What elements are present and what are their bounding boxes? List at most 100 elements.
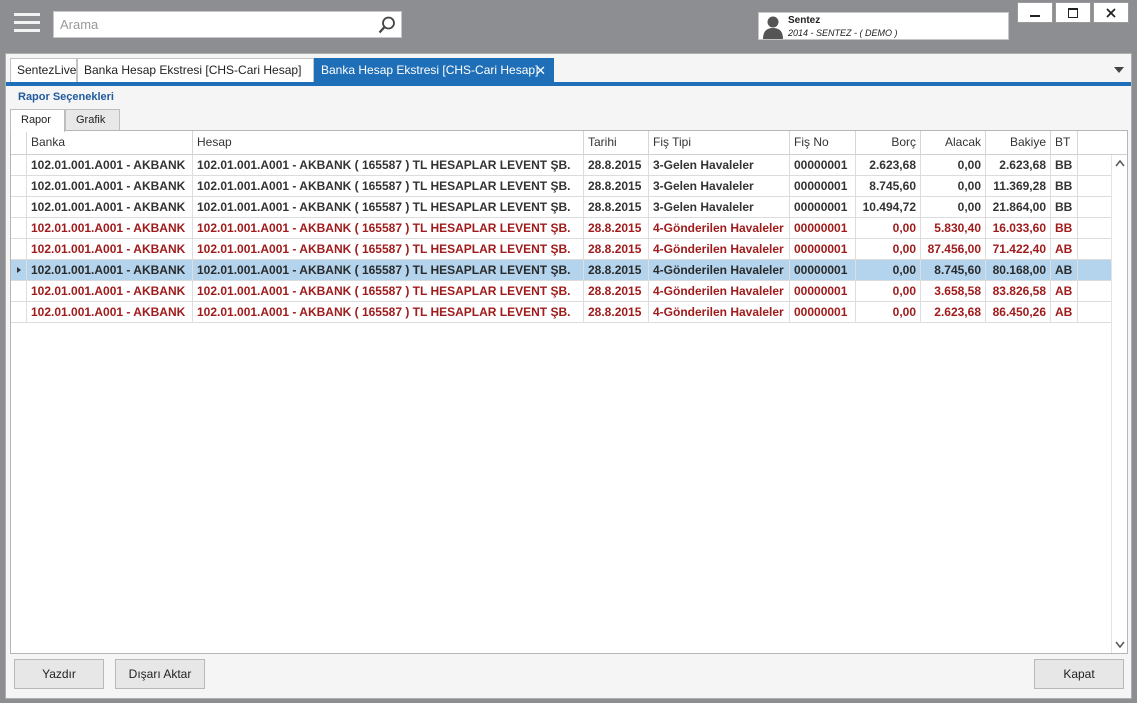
cell-bt[interactable]: AB — [1051, 281, 1078, 301]
table-row[interactable]: 102.01.001.A001 - AKBANK 102.01.001.A001 … — [11, 155, 1112, 176]
cell-fis-no[interactable]: 00000001 — [790, 302, 856, 322]
cell-banka[interactable]: 102.01.001.A001 - AKBANK — [27, 281, 193, 301]
minimize-button[interactable] — [1017, 2, 1053, 23]
cell-borc[interactable]: 2.623,68 — [856, 155, 921, 175]
cell-tarihi[interactable]: 28.8.2015 — [584, 218, 649, 238]
chevron-down-icon[interactable] — [1114, 66, 1124, 74]
cell-bt[interactable]: BB — [1051, 218, 1078, 238]
search-icon[interactable] — [377, 15, 397, 35]
header-hesap[interactable]: Hesap — [193, 131, 584, 155]
cell-fis-tipi[interactable]: 3-Gelen Havaleler — [649, 176, 790, 196]
cell-alacak[interactable]: 3.658,58 — [921, 281, 986, 301]
header-tarihi[interactable]: Tarihi — [584, 131, 649, 155]
cell-bakiye[interactable]: 16.033,60 — [986, 218, 1051, 238]
cell-fis-no[interactable]: 00000001 — [790, 197, 856, 217]
scroll-up-icon[interactable] — [1115, 159, 1125, 167]
header-fis-no[interactable]: Fiş No — [790, 131, 856, 155]
cell-fis-no[interactable]: 00000001 — [790, 176, 856, 196]
cell-banka[interactable]: 102.01.001.A001 - AKBANK — [27, 302, 193, 322]
cell-bt[interactable]: BB — [1051, 176, 1078, 196]
table-row[interactable]: 102.01.001.A001 - AKBANK 102.01.001.A001 … — [11, 260, 1112, 281]
cell-bakiye[interactable]: 11.369,28 — [986, 176, 1051, 196]
cell-hesap[interactable]: 102.01.001.A001 - AKBANK ( 165587 ) TL H… — [193, 239, 584, 259]
cell-tarihi[interactable]: 28.8.2015 — [584, 155, 649, 175]
cell-alacak[interactable]: 0,00 — [921, 197, 986, 217]
cell-tarihi[interactable]: 28.8.2015 — [584, 197, 649, 217]
export-button[interactable]: Dışarı Aktar — [115, 659, 205, 689]
cell-tarihi[interactable]: 28.8.2015 — [584, 260, 649, 280]
scroll-down-icon[interactable] — [1115, 641, 1125, 649]
cell-bt[interactable]: BB — [1051, 197, 1078, 217]
cell-fis-tipi[interactable]: 4-Gönderilen Havaleler — [649, 239, 790, 259]
cell-hesap[interactable]: 102.01.001.A001 - AKBANK ( 165587 ) TL H… — [193, 302, 584, 322]
table-row[interactable]: 102.01.001.A001 - AKBANK 102.01.001.A001 … — [11, 176, 1112, 197]
header-banka[interactable]: Banka — [27, 131, 193, 155]
cell-hesap[interactable]: 102.01.001.A001 - AKBANK ( 165587 ) TL H… — [193, 218, 584, 238]
cell-fis-tipi[interactable]: 4-Gönderilen Havaleler — [649, 218, 790, 238]
header-alacak[interactable]: Alacak — [921, 131, 986, 155]
maximize-button[interactable] — [1055, 2, 1091, 23]
user-box[interactable]: Sentez 2014 - SENTEZ - ( DEMO ) — [758, 12, 1009, 40]
cell-banka[interactable]: 102.01.001.A001 - AKBANK — [27, 260, 193, 280]
tab-banka-hesap-ekstresi-2[interactable]: Banka Hesap Ekstresi [CHS-Cari Hesap] ✕ — [314, 58, 554, 82]
cell-tarihi[interactable]: 28.8.2015 — [584, 239, 649, 259]
cell-alacak[interactable]: 8.745,60 — [921, 260, 986, 280]
cell-tarihi[interactable]: 28.8.2015 — [584, 176, 649, 196]
cell-bakiye[interactable]: 83.826,58 — [986, 281, 1051, 301]
cell-bakiye[interactable]: 80.168,00 — [986, 260, 1051, 280]
close-button[interactable]: Kapat — [1034, 659, 1124, 689]
cell-fis-tipi[interactable]: 3-Gelen Havaleler — [649, 155, 790, 175]
cell-borc[interactable]: 0,00 — [856, 239, 921, 259]
cell-borc[interactable]: 8.745,60 — [856, 176, 921, 196]
table-row[interactable]: 102.01.001.A001 - AKBANK 102.01.001.A001 … — [11, 239, 1112, 260]
cell-fis-tipi[interactable]: 3-Gelen Havaleler — [649, 197, 790, 217]
search-input[interactable] — [54, 12, 374, 37]
header-borc[interactable]: Borç — [856, 131, 921, 155]
cell-hesap[interactable]: 102.01.001.A001 - AKBANK ( 165587 ) TL H… — [193, 260, 584, 280]
table-row[interactable]: 102.01.001.A001 - AKBANK 102.01.001.A001 … — [11, 197, 1112, 218]
cell-bt[interactable]: AB — [1051, 239, 1078, 259]
table-row[interactable]: 102.01.001.A001 - AKBANK 102.01.001.A001 … — [11, 218, 1112, 239]
cell-borc[interactable]: 10.494,72 — [856, 197, 921, 217]
cell-bakiye[interactable]: 86.450,26 — [986, 302, 1051, 322]
cell-hesap[interactable]: 102.01.001.A001 - AKBANK ( 165587 ) TL H… — [193, 155, 584, 175]
table-row[interactable]: 102.01.001.A001 - AKBANK 102.01.001.A001 … — [11, 281, 1112, 302]
print-button[interactable]: Yazdır — [14, 659, 104, 689]
tab-sentezlive[interactable]: SentezLive — [10, 58, 77, 82]
header-bt[interactable]: BT — [1051, 131, 1078, 155]
section-title[interactable]: Rapor Seçenekleri — [18, 91, 114, 103]
cell-alacak[interactable]: 87.456,00 — [921, 239, 986, 259]
cell-borc[interactable]: 0,00 — [856, 302, 921, 322]
cell-alacak[interactable]: 2.623,68 — [921, 302, 986, 322]
cell-bakiye[interactable]: 71.422,40 — [986, 239, 1051, 259]
cell-fis-no[interactable]: 00000001 — [790, 260, 856, 280]
cell-hesap[interactable]: 102.01.001.A001 - AKBANK ( 165587 ) TL H… — [193, 176, 584, 196]
tab-close-icon[interactable]: ✕ — [535, 59, 546, 82]
tab-grafik[interactable]: Grafik — [65, 109, 120, 131]
cell-borc[interactable]: 0,00 — [856, 281, 921, 301]
close-window-button[interactable] — [1093, 2, 1129, 23]
cell-banka[interactable]: 102.01.001.A001 - AKBANK — [27, 239, 193, 259]
cell-fis-no[interactable]: 00000001 — [790, 218, 856, 238]
cell-bakiye[interactable]: 21.864,00 — [986, 197, 1051, 217]
header-fis-tipi[interactable]: Fiş Tipi — [649, 131, 790, 155]
cell-fis-tipi[interactable]: 4-Gönderilen Havaleler — [649, 260, 790, 280]
cell-banka[interactable]: 102.01.001.A001 - AKBANK — [27, 197, 193, 217]
cell-tarihi[interactable]: 28.8.2015 — [584, 302, 649, 322]
cell-hesap[interactable]: 102.01.001.A001 - AKBANK ( 165587 ) TL H… — [193, 281, 584, 301]
cell-alacak[interactable]: 0,00 — [921, 155, 986, 175]
cell-banka[interactable]: 102.01.001.A001 - AKBANK — [27, 218, 193, 238]
cell-fis-tipi[interactable]: 4-Gönderilen Havaleler — [649, 302, 790, 322]
cell-fis-no[interactable]: 00000001 — [790, 281, 856, 301]
cell-alacak[interactable]: 0,00 — [921, 176, 986, 196]
cell-banka[interactable]: 102.01.001.A001 - AKBANK — [27, 155, 193, 175]
cell-bt[interactable]: BB — [1051, 155, 1078, 175]
cell-fis-no[interactable]: 00000001 — [790, 155, 856, 175]
vertical-scrollbar[interactable] — [1111, 155, 1127, 653]
cell-fis-tipi[interactable]: 4-Gönderilen Havaleler — [649, 281, 790, 301]
cell-alacak[interactable]: 5.830,40 — [921, 218, 986, 238]
tab-rapor[interactable]: Rapor — [10, 109, 65, 132]
hamburger-menu-icon[interactable] — [14, 13, 40, 37]
header-bakiye[interactable]: Bakiye — [986, 131, 1051, 155]
cell-banka[interactable]: 102.01.001.A001 - AKBANK — [27, 176, 193, 196]
